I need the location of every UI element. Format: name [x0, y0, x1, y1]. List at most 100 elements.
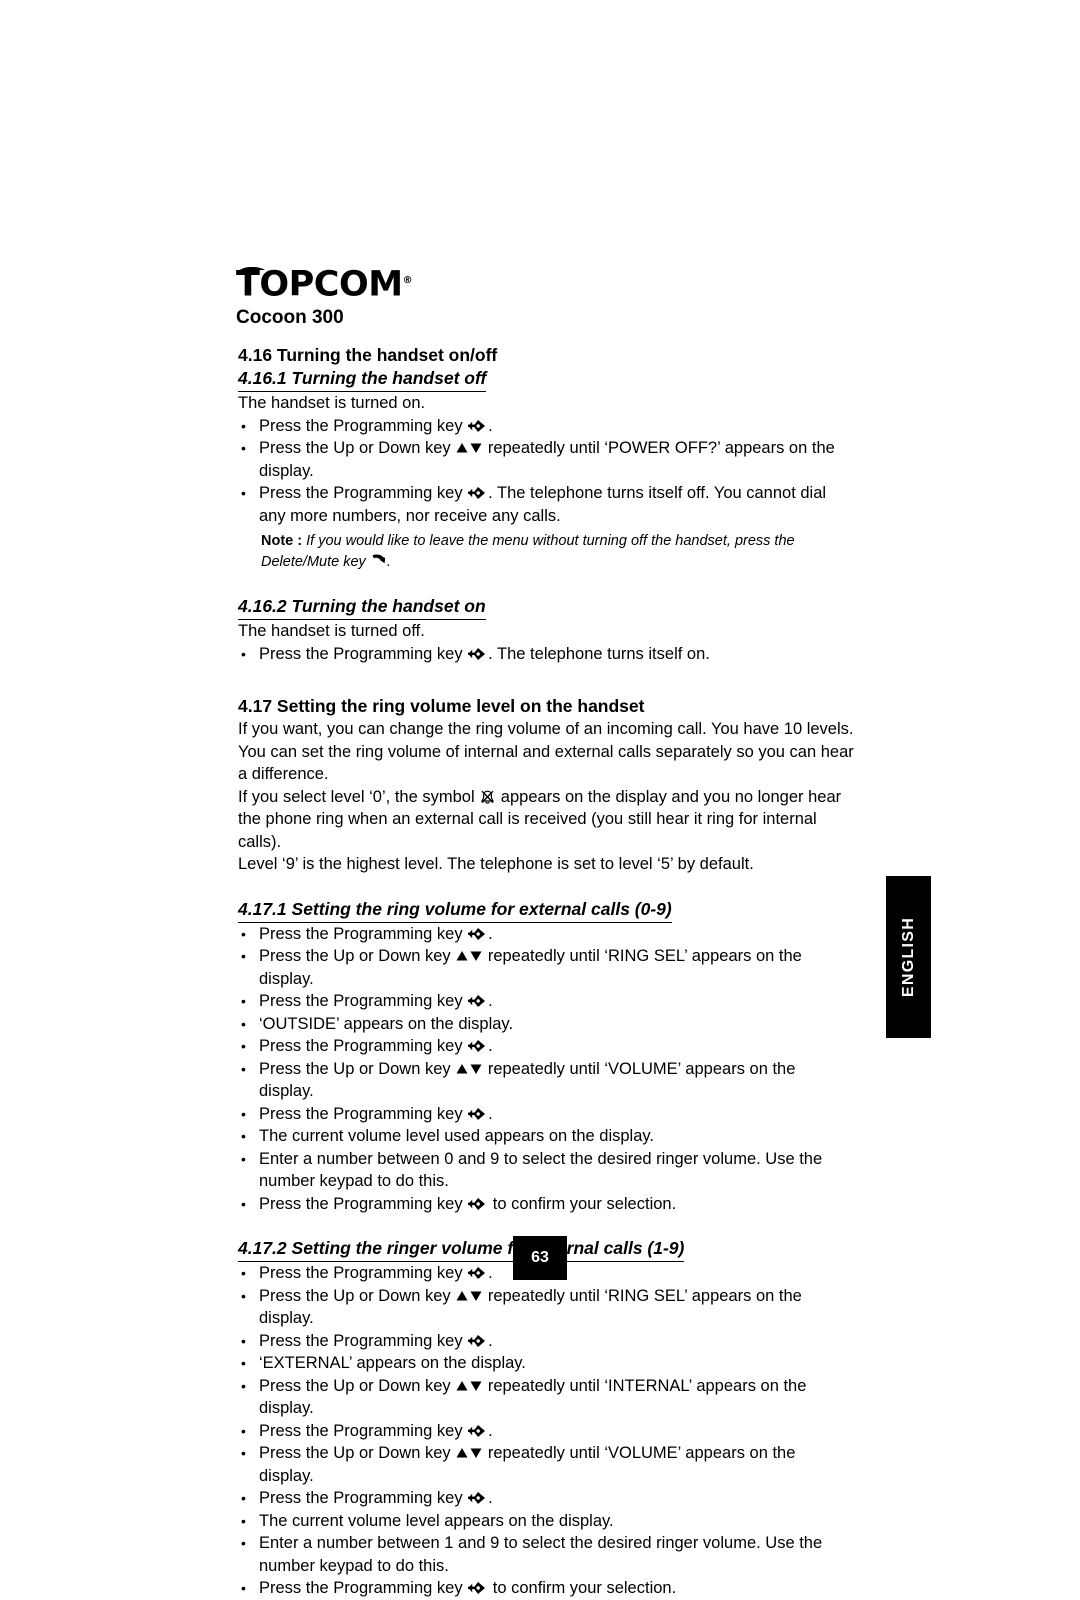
programming-key-icon	[468, 1424, 487, 1438]
instruction-item: Press the Up or Down key repeatedly unti…	[238, 1442, 854, 1487]
subsection-heading-wrap: 4.16.2 Turning the handset on	[238, 595, 854, 620]
programming-key-icon	[468, 1197, 487, 1211]
text-run: .	[488, 1421, 493, 1440]
text-run: Press the Up or Down key	[259, 1059, 456, 1078]
body-paragraph: Level ‘9’ is the highest level. The tele…	[238, 853, 854, 876]
instruction-item: Press the Up or Down key repeatedly unti…	[238, 1058, 854, 1103]
programming-key-icon	[468, 419, 487, 433]
text-run: .	[488, 1104, 493, 1123]
text-run: Enter a number between 0 and 9 to select…	[259, 1149, 823, 1191]
text-run: ‘OUTSIDE’ appears on the display.	[259, 1014, 514, 1033]
instruction-item: Press the Programming key .	[238, 415, 854, 438]
ringer-off-bell-icon	[481, 790, 495, 805]
text-run: Press the Programming key	[259, 1489, 468, 1507]
note: Note : If you would like to leave the me…	[238, 531, 854, 573]
programming-key-icon	[468, 1334, 487, 1348]
text-run: .	[488, 992, 493, 1010]
text-run: Level ‘9’ is the highest level. The tele…	[238, 855, 754, 873]
text-run: .	[488, 1264, 493, 1282]
text-run: to confirm your selection.	[488, 1579, 677, 1597]
text-run: .	[488, 1489, 493, 1507]
text-run: ‘EXTERNAL’ appears on the display.	[259, 1354, 526, 1372]
text-run: Press the Programming key	[259, 1194, 468, 1213]
text-run: Enter a number between 1 and 9 to select…	[259, 1534, 823, 1575]
programming-key-icon	[468, 1107, 487, 1121]
instruction-item: Enter a number between 0 and 9 to select…	[238, 1148, 854, 1193]
up-down-arrow-key-icon	[456, 1379, 482, 1393]
subsection-heading: 4.16.2 Turning the handset on	[238, 595, 486, 620]
manual-page: TOPCOM® Cocoon 300 4.16 Turning the hand…	[0, 0, 1080, 1599]
text-run: Press the Programming key	[259, 644, 468, 663]
subsection-heading: 4.16.1 Turning the handset off	[238, 367, 487, 392]
subsection-heading: 4.17.2 Setting the ringer volume for int…	[238, 1237, 685, 1262]
programming-key-icon	[468, 994, 487, 1008]
up-down-arrow-key-icon	[456, 1289, 482, 1303]
instruction-item: Press the Programming key to confirm you…	[238, 1577, 854, 1600]
instruction-item: Press the Programming key .	[238, 990, 854, 1013]
instruction-item: ‘EXTERNAL’ appears on the display.	[238, 1352, 854, 1375]
instruction-item: Press the Up or Down key repeatedly unti…	[238, 437, 854, 482]
instruction-item: Enter a number between 1 and 9 to select…	[238, 1532, 854, 1577]
section-heading: 4.16 Turning the handset on/off	[238, 345, 498, 365]
text-run: Press the Programming key	[259, 1421, 468, 1440]
text-run: Press the Programming key	[259, 1037, 468, 1055]
text-run: Press the Programming key	[259, 1104, 468, 1123]
instruction-item: Press the Up or Down key repeatedly unti…	[238, 1285, 854, 1330]
text-run: Press the Programming key	[259, 1264, 468, 1282]
instruction-item: Press the Programming key .	[238, 923, 854, 946]
text-run: If you want, you can change the ring vol…	[238, 720, 854, 783]
instruction-item: ‘OUTSIDE’ appears on the display.	[238, 1013, 854, 1036]
section-heading: 4.17 Setting the ring volume level on th…	[238, 696, 645, 716]
text-run: Press the Programming key	[259, 1579, 468, 1597]
brand-header: TOPCOM® Cocoon 300	[236, 262, 636, 330]
programming-key-icon	[468, 647, 487, 661]
text-run: Press the Up or Down key	[259, 439, 456, 457]
instruction-item: Press the Up or Down key repeatedly unti…	[238, 945, 854, 990]
up-down-arrow-key-icon	[456, 441, 482, 455]
instruction-list: Press the Programming key .Press the Up …	[238, 923, 854, 1216]
instruction-item: Press the Programming key . The telephon…	[238, 643, 854, 666]
text-run: Press the Programming key	[259, 416, 468, 435]
text-run: .	[488, 1331, 493, 1350]
instruction-item: Press the Programming key .	[238, 1330, 854, 1353]
instruction-item: Press the Up or Down key repeatedly unti…	[238, 1375, 854, 1420]
text-run: Press the Up or Down key	[259, 1376, 456, 1395]
text-run: to confirm your selection.	[488, 1194, 677, 1213]
text-run: The current volume level used appears on…	[259, 1127, 655, 1145]
language-tab: ENGLISH	[886, 876, 931, 1038]
up-down-arrow-key-icon	[456, 1446, 482, 1460]
language-tab-label: ENGLISH	[899, 916, 917, 998]
text-run: Press the Programming key	[259, 992, 468, 1010]
delete-mute-handset-key-icon	[371, 554, 386, 567]
up-down-arrow-key-icon	[456, 1062, 482, 1076]
programming-key-icon	[468, 1039, 487, 1053]
text-run: .	[488, 416, 493, 435]
instruction-list: Press the Programming key .Press the Up …	[238, 1262, 854, 1600]
text-run: Press the Programming key	[259, 1331, 468, 1350]
programming-key-icon	[468, 927, 487, 941]
subsection-heading-wrap: 4.16.1 Turning the handset off	[238, 367, 854, 392]
body-paragraph: If you want, you can change the ring vol…	[238, 718, 854, 786]
instruction-item: Press the Programming key .	[238, 1487, 854, 1510]
instruction-item: Press the Programming key to confirm you…	[238, 1193, 854, 1216]
instruction-item: The current volume level appears on the …	[238, 1510, 854, 1533]
instruction-item: Press the Programming key .	[238, 1103, 854, 1126]
subsection-heading-wrap: 4.17.1 Setting the ring volume for exter…	[238, 898, 854, 923]
text-run: .	[488, 924, 493, 943]
programming-key-icon	[468, 1581, 487, 1595]
note-text-end: .	[386, 554, 391, 570]
brand-logo-text: TOPCOM	[236, 264, 403, 305]
body-paragraph: If you select level ‘0’, the symbol appe…	[238, 786, 854, 854]
text-run: Press the Up or Down key	[259, 1444, 456, 1462]
note-label: Note :	[261, 533, 303, 549]
text-run: The current volume level appears on the …	[259, 1511, 614, 1530]
page-number: 63	[531, 1249, 549, 1266]
text-run: Press the Up or Down key	[259, 1286, 456, 1305]
page-number-box: 63	[513, 1236, 567, 1280]
text-run: Press the Up or Down key	[259, 947, 456, 965]
text-run: Press the Programming key	[259, 924, 468, 943]
subsection-intro: The handset is turned off.	[238, 622, 425, 640]
